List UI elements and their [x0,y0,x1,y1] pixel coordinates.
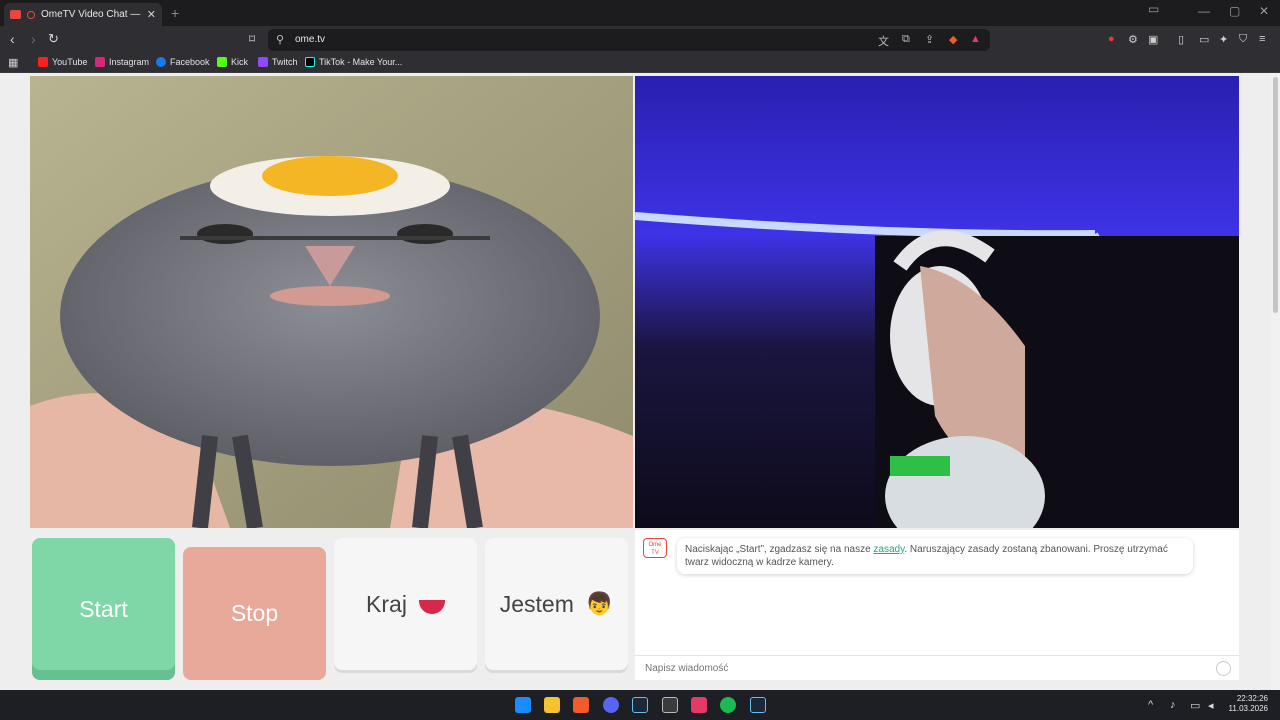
bookmark-label: Facebook [170,57,210,67]
kick-icon [217,57,227,67]
rules-link[interactable]: zasady [873,544,904,555]
bookmark-icon[interactable]: ⌑ [249,32,255,46]
tiktok-icon [305,57,315,67]
boy-avatar-icon: 👦 [585,591,614,616]
ometv-favicon-icon [10,10,21,19]
bookmark-label: YouTube [52,57,88,67]
steam-icon[interactable] [632,697,648,713]
tab-title: OmeTV Video Chat — Omegl [41,9,141,20]
apps-grid-icon[interactable]: ▦ [8,56,18,69]
discord-icon[interactable] [603,697,619,713]
browser-tab-bar: OmeTV Video Chat — Omegl ✕ + ▭ — ▢ ✕ [0,0,1280,26]
windows-taskbar: ^ ♪ ▭ ◂ 22:32:26 11.03.2026 [0,690,1280,720]
poland-flag-icon [418,600,445,614]
tab-search-icon[interactable]: ▭ [1148,2,1159,16]
recording-icon [27,10,35,19]
facebook-icon [156,57,166,67]
brave-rewards-icon[interactable]: ▲ [970,33,981,45]
spotify-icon[interactable] [720,697,736,713]
page-scrollbar[interactable] [1271,73,1280,690]
url-text[interactable]: ome.tv [295,34,325,45]
tiktok-app-icon[interactable] [691,697,707,713]
bookmark-twitch[interactable]: Twitch [258,57,298,67]
clock-date: 11.03.2026 [1228,704,1268,713]
browser-toolbar: ‹ › ↻ ⌑ ⚲ ome.tv 文 ⧉ ⇪ ◆ ▲ ● ⚙ ▣ ▯ ▭ ✦ ⛉… [0,26,1280,54]
bookmark-label: TikTok - Make Your... [319,57,403,67]
steam-icon-2[interactable] [750,697,766,713]
browser-tab[interactable]: OmeTV Video Chat — Omegl ✕ [4,3,162,26]
stranger-video-frame [635,76,1239,528]
brave-browser-icon[interactable] [573,697,589,713]
bookmarks-bar: ▦ YouTube Instagram Facebook Kick Twitch… [0,54,1280,73]
menu-icon[interactable]: ≡ [1259,33,1265,45]
file-explorer-icon[interactable] [544,697,560,713]
country-button[interactable]: Kraj [334,538,477,670]
app-icon[interactable] [662,697,678,713]
reload-icon[interactable]: ↻ [48,32,59,46]
start-button[interactable]: Start [32,538,175,680]
leo-ai-icon[interactable]: ✦ [1219,33,1228,46]
twitch-icon [258,57,268,67]
system-clock[interactable]: 22:32:26 11.03.2026 [1229,694,1268,714]
gender-label: Jestem [499,590,574,617]
network-icon[interactable]: ▭ [1190,699,1200,712]
volume-icon[interactable]: ◂ [1208,699,1214,712]
bookmark-youtube[interactable]: YouTube [38,57,87,67]
back-icon[interactable]: ‹ [10,32,15,46]
bookmark-facebook[interactable]: Facebook [156,57,210,67]
shield-icon[interactable]: ⛉ [1239,33,1247,46]
tab-close-icon[interactable]: ✕ [147,8,156,21]
maximize-icon[interactable]: ▢ [1229,4,1240,18]
instagram-icon [95,57,105,67]
minimize-icon[interactable]: — [1198,4,1210,18]
chat-input-row [635,655,1239,680]
bookmark-kick[interactable]: Kick [217,57,248,67]
rules-message: Naciskając „Start”, zgadzasz się na nasz… [677,538,1193,574]
emoji-picker-icon[interactable] [1216,661,1231,676]
stop-label: Stop [230,600,279,626]
start-label: Start [79,595,128,622]
ometv-logo-icon: Ome TV [643,538,667,558]
rules-text-before: Naciskając „Start”, zgadzasz się na nasz… [685,544,874,555]
site-settings-icon[interactable]: ⚲ [276,33,284,46]
extensions-icon[interactable]: ⚙ [1128,33,1138,46]
country-label: Kraj [366,590,407,617]
windows-start-icon[interactable] [515,697,531,713]
vpn-icon[interactable]: ▣ [1148,33,1158,46]
stranger-video [635,76,1239,528]
bookmark-instagram[interactable]: Instagram [95,57,149,67]
self-video [30,76,633,528]
bookmark-label: Instagram [109,57,150,67]
stop-button[interactable]: Stop [183,547,326,680]
share-icon[interactable]: ⇪ [925,33,934,46]
open-external-icon[interactable]: ⧉ [902,33,910,46]
record-icon[interactable]: ● [1108,33,1115,45]
address-bar[interactable]: ⚲ ome.tv 文 ⧉ ⇪ ◆ ▲ [268,29,990,51]
new-tab-button[interactable]: + [171,5,179,21]
bookmark-label: Kick [231,57,249,67]
brave-shield-icon[interactable]: ◆ [949,33,957,46]
chat-panel: Ome TV Naciskając „Start”, zgadzasz się … [635,530,1239,680]
forward-icon[interactable]: › [31,32,36,46]
clock-time: 22:32:26 [1236,694,1268,703]
wallet-icon[interactable]: ▭ [1199,33,1209,46]
self-video-frame [30,76,633,528]
translate-icon[interactable]: 文 [878,33,889,49]
microphone-icon[interactable]: ♪ [1170,699,1176,711]
sidebar-icon[interactable]: ▯ [1178,33,1184,46]
chat-input[interactable] [643,662,1203,675]
gender-button[interactable]: Jestem 👦 [485,538,628,670]
bookmark-label: Twitch [272,57,298,67]
bookmark-tiktok[interactable]: TikTok - Make Your... [305,57,402,67]
close-window-icon[interactable]: ✕ [1259,4,1269,18]
tray-chevron-icon[interactable]: ^ [1148,699,1153,711]
youtube-icon [38,57,48,67]
scrollbar-thumb[interactable] [1273,77,1278,313]
